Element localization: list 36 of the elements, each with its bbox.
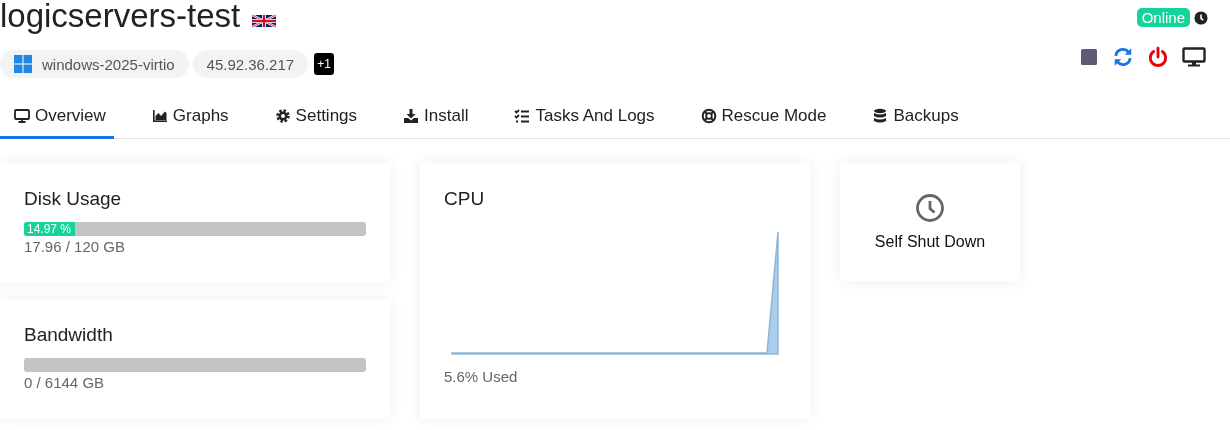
self-shutdown-card[interactable]: Self Shut Down [840,163,1020,281]
clock-icon [1194,10,1208,25]
tab[interactable]: Overview [0,100,114,139]
card-title: CPU [444,188,486,210]
tab[interactable]: Rescue Mode [686,100,835,139]
restart-icon[interactable] [1112,46,1134,68]
monitor-icon [14,108,30,124]
chart-icon [151,108,168,124]
checklist-icon [514,108,531,124]
tab[interactable]: Settings [260,100,366,139]
card-title: Bandwidth [24,324,114,346]
flag-icon [252,15,277,27]
power-icon[interactable] [1147,46,1169,68]
ip-chip: 45.92.36.217 [192,50,309,78]
status-badge: Online [1136,8,1190,27]
tab[interactable]: Backups [858,100,967,139]
tab[interactable]: Install [389,100,477,139]
monitor-icon[interactable] [1182,47,1206,67]
settings-icon [274,108,291,124]
clock-icon [915,193,945,223]
os-label: windows-2025-virtio [42,55,175,73]
windows-icon [14,55,32,73]
tab[interactable]: Tasks And Logs [500,100,663,139]
lifebuoy-icon [700,108,717,124]
stop-icon[interactable] [1079,47,1099,67]
card-title: Disk Usage [24,188,123,210]
percent-label: 14.97 % [26,222,72,236]
usage-reading: 17.96 / 120 GB [24,238,126,255]
usage-reading: 0 / 6144 GB [24,374,106,391]
extra-count-badge[interactable]: +1 [314,53,334,75]
database-icon [872,108,889,124]
tab[interactable]: Graphs [137,100,237,139]
cpu-reading: 5.6% Used [444,368,519,385]
download-icon [403,108,420,124]
self-shutdown-label: Self Shut Down [874,233,986,251]
server-title: logicservers-test [0,0,241,34]
